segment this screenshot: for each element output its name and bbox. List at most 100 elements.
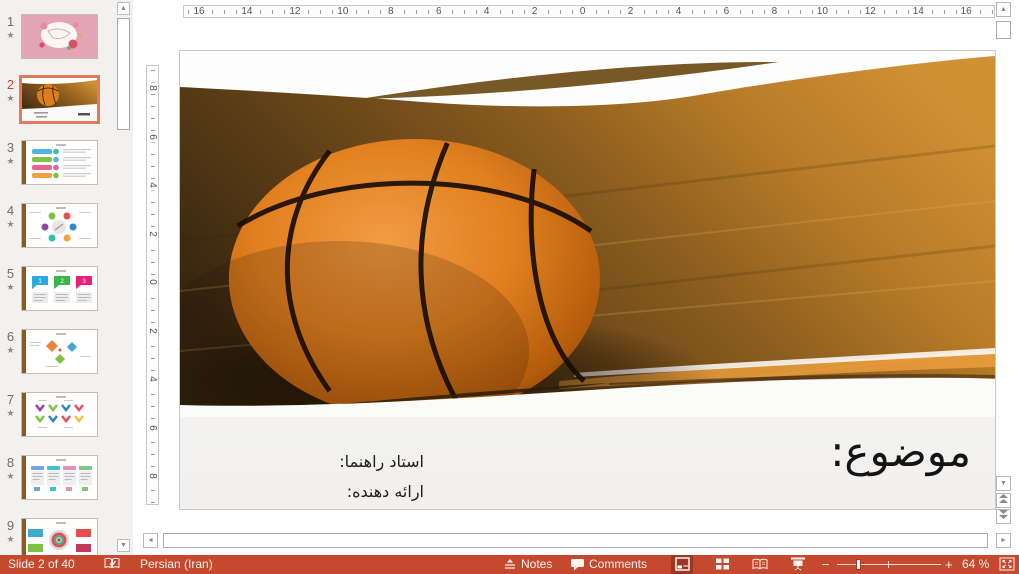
scrollbar-thumb[interactable] — [117, 18, 130, 130]
view-reading-icon[interactable] — [752, 557, 768, 574]
svg-text:2: 2 — [60, 278, 64, 285]
slide-thumbnail-frame[interactable] — [21, 329, 98, 374]
slide-thumbnail-frame[interactable] — [21, 518, 98, 555]
transition-star-icon: ★ — [6, 30, 15, 40]
ruler-tick-label: 0 — [577, 6, 588, 17]
status-bar: Slide 2 of 40 Persian (Iran) Notes Comme… — [0, 555, 1019, 574]
slide-thumbnail-frame[interactable] — [21, 203, 98, 248]
thumbnail-meta: 6 ★ — [0, 329, 21, 374]
spellcheck-icon[interactable] — [104, 557, 120, 574]
slide-subtitle-placeholder[interactable]: استاد راهنما: ارائه دهنده: — [288, 447, 424, 507]
thumbnail-meta: 2 ★ — [0, 77, 21, 122]
presenter-line: ارائه دهنده: — [346, 482, 424, 501]
thumbnail-meta: 3 ★ — [0, 140, 21, 185]
ruler-tick-label: 6 — [433, 6, 444, 17]
vertical-scrollbar-thumb[interactable] — [996, 21, 1011, 39]
view-slide-sorter-icon[interactable] — [715, 557, 730, 574]
thumbnail-meta: 9 ★ — [0, 518, 21, 555]
notes-toggle[interactable]: Notes — [521, 557, 552, 572]
horizontal-ruler: 16 14 12 10 8 6 4 2 0 2 4 6 8 10 12 14 16 — [183, 5, 995, 18]
transition-star-icon: ★ — [6, 156, 15, 166]
ruler-tick-label: 4 — [673, 6, 684, 17]
slide-thumbnail-1[interactable]: 1 ★ — [0, 14, 116, 59]
ruler-tick-label: 0 — [147, 276, 158, 288]
slide-thumbnail-6[interactable]: 6 ★ — [0, 329, 116, 374]
transition-star-icon: ★ — [6, 345, 15, 355]
slide-thumbnail-frame[interactable] — [21, 455, 98, 500]
slide-thumbnail-frame[interactable] — [21, 140, 98, 185]
slide-thumbnail-9[interactable]: 9 ★ — [0, 518, 116, 555]
ruler-tick-label: 16 — [958, 6, 974, 17]
slide-thumbnail-frame[interactable] — [19, 75, 100, 124]
comments-icon[interactable] — [570, 557, 585, 574]
ruler-tick-label: 4 — [147, 179, 158, 191]
scroll-down-icon[interactable]: ▼ — [117, 539, 130, 552]
zoom-slider-track[interactable] — [837, 564, 941, 565]
ruler-tick-label: 6 — [721, 6, 732, 17]
slide-number: 6 — [6, 329, 15, 344]
ruler-tick-label: 14 — [239, 6, 255, 17]
view-normal-icon[interactable] — [675, 557, 690, 574]
notes-icon[interactable] — [503, 557, 517, 574]
advisor-line: استاد راهنما: — [339, 452, 424, 471]
slide-thumbnail-frame[interactable] — [21, 392, 98, 437]
transition-star-icon: ★ — [6, 408, 15, 418]
slide-number: 8 — [6, 455, 15, 470]
thumbnail-panel-scrollbar[interactable]: ▲ ▼ — [117, 0, 131, 555]
slide-thumbnail-frame[interactable] — [21, 14, 98, 59]
slide-title-placeholder[interactable]: موضوع: — [830, 427, 971, 476]
slide-thumbnail-panel: 1 ★ 2 ★ 3 ★ 4 ★ 5 ★ 1 2 3 6 ★ 7 ★ 8 ★ 9 ★ ▲ ▼ — [0, 0, 133, 555]
ruler-tick-label: 8 — [147, 82, 158, 94]
zoom-slider-thumb[interactable] — [856, 559, 861, 570]
slide-number: 7 — [6, 392, 15, 407]
ruler-tick-label: 16 — [191, 6, 207, 17]
slide-thumbnail-5[interactable]: 5 ★ 1 2 3 — [0, 266, 116, 311]
comments-toggle[interactable]: Comments — [589, 557, 647, 572]
view-slideshow-icon[interactable] — [790, 557, 806, 574]
slide-number: 1 — [6, 14, 15, 29]
transition-star-icon: ★ — [6, 282, 15, 292]
slide-thumbnail-4[interactable]: 4 ★ — [0, 203, 116, 248]
ruler-tick-label: 8 — [769, 6, 780, 17]
scroll-up-icon[interactable]: ▲ — [996, 2, 1011, 17]
slide-number: 4 — [6, 203, 15, 218]
ruler-tick-label: 2 — [529, 6, 540, 17]
thumbnail-meta: 8 ★ — [0, 455, 21, 500]
ruler-tick-label: 8 — [147, 470, 158, 482]
ruler-tick-label: 2 — [625, 6, 636, 17]
slide-thumbnail-3[interactable]: 3 ★ — [0, 140, 116, 185]
horizontal-scrollbar-thumb[interactable] — [163, 533, 988, 548]
slide-indicator[interactable]: Slide 2 of 40 — [8, 557, 75, 572]
ruler-tick-label: 4 — [481, 6, 492, 17]
ruler-tick-label: 4 — [147, 373, 158, 385]
slide-canvas[interactable]: موضوع: استاد راهنما: ارائه دهنده: — [179, 50, 996, 510]
zoom-out-button[interactable]: − — [822, 557, 830, 572]
zoom-in-button[interactable]: + — [945, 557, 953, 572]
scroll-right-icon[interactable]: ► — [996, 533, 1011, 548]
scroll-up-icon[interactable]: ▲ — [117, 2, 130, 15]
scroll-down-icon[interactable]: ▼ — [996, 476, 1011, 491]
ruler-tick-label: 14 — [910, 6, 926, 17]
ruler-tick-label: 6 — [147, 131, 158, 142]
transition-star-icon: ★ — [6, 534, 15, 544]
ruler-tick-label: 12 — [862, 6, 878, 17]
language-indicator[interactable]: Persian (Iran) — [140, 557, 213, 572]
ruler-tick-label: 6 — [147, 422, 158, 433]
slide-thumbnail-7[interactable]: 7 ★ — [0, 392, 116, 437]
slide-thumbnail-8[interactable]: 8 ★ — [0, 455, 116, 500]
zoom-level[interactable]: 64 % — [962, 557, 989, 572]
ruler-tick-label: 12 — [287, 6, 303, 17]
slide-number: 5 — [6, 266, 15, 281]
fit-to-window-icon[interactable] — [999, 557, 1015, 574]
svg-text:3: 3 — [82, 278, 86, 285]
slide-thumbnail-2[interactable]: 2 ★ — [0, 75, 116, 124]
slide-editor-area: 16 14 12 10 8 6 4 2 0 2 4 6 8 10 12 14 16 8 6 4 2 0 2 4 6 8 — [133, 0, 1019, 555]
ruler-tick-label: 2 — [147, 228, 158, 239]
scroll-left-icon[interactable]: ◄ — [143, 533, 158, 548]
thumbnail-meta: 1 ★ — [0, 14, 21, 59]
thumbnail-meta: 4 ★ — [0, 203, 21, 248]
ruler-tick-label: 8 — [386, 6, 396, 17]
next-slide-icon[interactable] — [996, 509, 1011, 524]
previous-slide-icon[interactable] — [996, 493, 1011, 508]
slide-thumbnail-frame[interactable]: 1 2 3 — [21, 266, 98, 311]
